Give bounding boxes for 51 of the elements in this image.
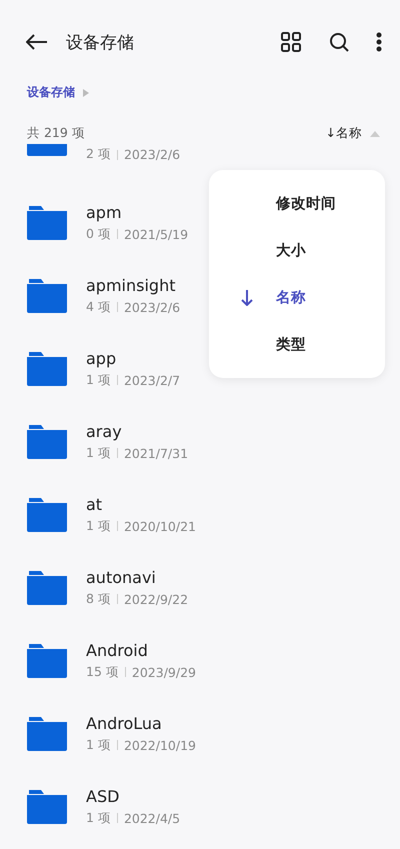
folder-icon [27, 206, 67, 240]
modified-date: 2020/10/21 [124, 518, 196, 534]
sort-button[interactable]: ↓名称 [326, 125, 380, 142]
modified-date: 2022/9/22 [124, 592, 188, 606]
page-title: 设备存储 [66, 32, 135, 54]
chevron-right-icon [83, 88, 89, 96]
item-count: 8 项 [86, 590, 111, 608]
folder-name: Android [86, 640, 149, 660]
sort-option[interactable]: 大小 [209, 227, 385, 274]
triangle-up-icon [370, 130, 380, 136]
item-count: 4 项 [86, 298, 111, 316]
item-count: 15 项 [86, 664, 119, 680]
folder-name: apm [86, 202, 123, 222]
modified-date: 2023/2/6 [124, 147, 180, 162]
folder-name: app [86, 348, 118, 368]
item-count: 共 219 项 [27, 125, 85, 142]
folder-icon [27, 644, 67, 678]
item-count: 1 项 [86, 444, 111, 462]
modified-date: 2023/2/7 [124, 372, 180, 388]
modified-date: 2021/7/31 [124, 446, 188, 460]
folder-name: at [86, 494, 104, 514]
modified-date: 2023/2/6 [124, 300, 180, 314]
folder-name: aray [86, 422, 123, 440]
folder-name: autonavi [86, 568, 157, 586]
item-count: 1 项 [86, 810, 111, 826]
folder-name: ASD [86, 786, 120, 806]
sort-option[interactable]: 名称 [209, 274, 385, 321]
folder-name: AndroLua [86, 714, 163, 732]
down-arrow-icon [241, 290, 253, 306]
item-count: 1 项 [86, 518, 111, 534]
modified-date: 2021/5/19 [124, 226, 188, 242]
folder-icon [27, 790, 67, 824]
folder-icon [27, 716, 67, 750]
modified-date: 2022/10/19 [124, 738, 196, 752]
sort-option[interactable]: 类型 [209, 321, 385, 368]
folder-icon [27, 498, 67, 532]
sort-option[interactable]: 修改时间 [209, 180, 385, 227]
modified-date: 2023/9/29 [132, 664, 196, 680]
item-count: 2 项 [86, 146, 111, 163]
folder-name: apminsight [86, 276, 176, 294]
item-count: 1 项 [86, 736, 111, 754]
folder-icon [27, 278, 67, 312]
item-count: 1 项 [86, 372, 111, 388]
folder-icon [27, 144, 67, 156]
folder-icon [27, 352, 67, 386]
modified-date: 2022/4/5 [124, 810, 180, 826]
grid-view-icon[interactable] [278, 29, 304, 55]
breadcrumb-link[interactable]: 设备存储 [27, 84, 75, 101]
folder-icon [27, 424, 67, 458]
item-count: 0 项 [86, 226, 111, 242]
folder-icon [27, 570, 67, 604]
